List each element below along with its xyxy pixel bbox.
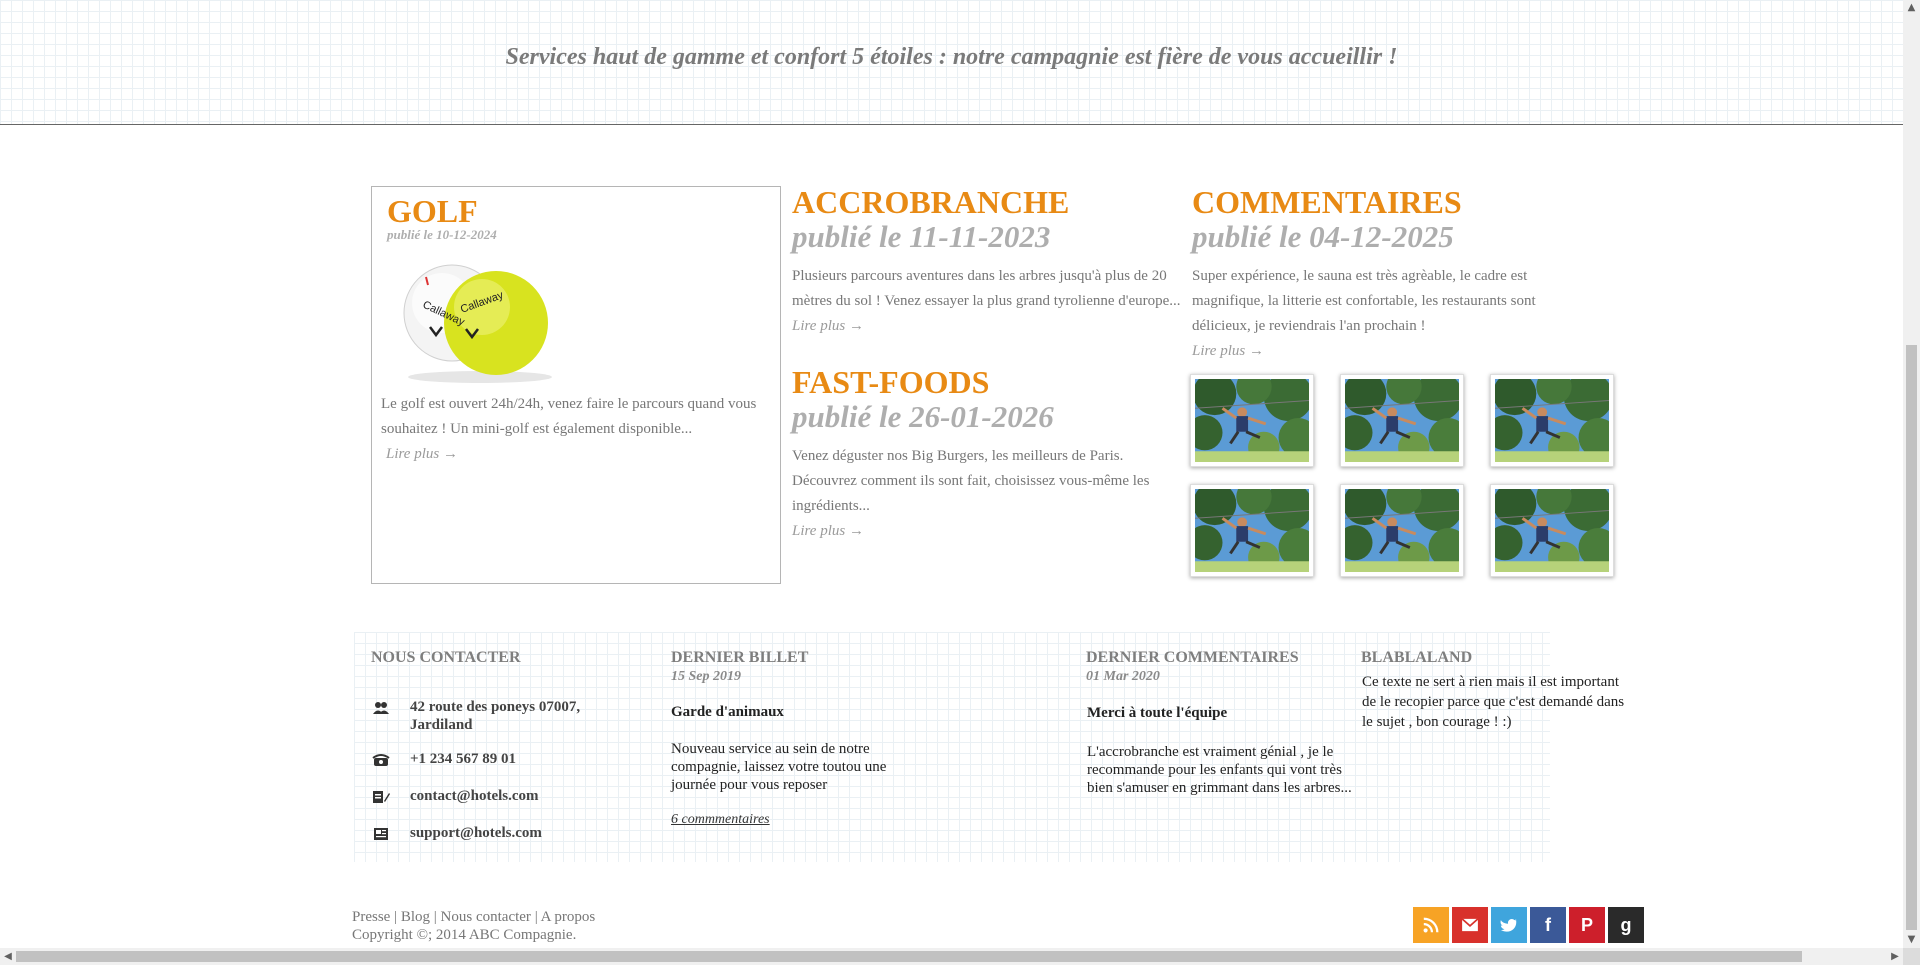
gallery-thumbnail[interactable]: [1190, 484, 1314, 577]
last-post-title[interactable]: Garde d'animaux: [671, 704, 784, 721]
pinterest-icon[interactable]: P: [1569, 907, 1605, 943]
last-comment-body: L'accrobranche est vraiment génial , je …: [1087, 744, 1352, 796]
scroll-down-arrow-icon[interactable]: ▼: [1903, 932, 1920, 948]
golf-balls-image: Callaway Callaway: [400, 255, 560, 385]
gallery-thumbnail[interactable]: [1340, 484, 1464, 577]
contact-support-row: support@hotels.com: [372, 824, 630, 842]
golf-date: publié le 10-12-2024: [387, 227, 497, 242]
fast-foods-title[interactable]: FAST-FOODS: [792, 364, 1182, 400]
last-post-date: 15 Sep 2019: [671, 669, 741, 684]
footer-link-blog[interactable]: Blog: [401, 909, 430, 925]
golf-title[interactable]: GOLF: [387, 193, 478, 229]
comments-body: Super expérience, le sauna est très agrè…: [1192, 268, 1536, 334]
vertical-scrollbar-thumb[interactable]: [1906, 345, 1917, 930]
accrobranche-article: ACCROBRANCHE publié le 11-11-2023 Plusie…: [792, 184, 1182, 335]
scroll-up-arrow-icon[interactable]: ▲: [1903, 0, 1920, 16]
last-post-comments-link[interactable]: 6 commmentaires: [671, 812, 770, 828]
social-links: f P g: [1413, 907, 1647, 943]
copyright-text: Copyright ©; 2014 ABC Compagnie.: [352, 927, 577, 943]
golf-read-more-link[interactable]: Lire plus →: [386, 446, 458, 463]
footer-link-contact[interactable]: Nous contacter: [441, 909, 531, 925]
horizontal-scrollbar-thumb[interactable]: [16, 951, 1802, 962]
scroll-right-arrow-icon[interactable]: ▶: [1887, 948, 1903, 965]
tagline: Services haut de gamme et confort 5 étoi…: [505, 44, 1398, 70]
footer-link-presse[interactable]: Presse: [352, 909, 390, 925]
contact-phone: +1 234 567 89 01: [410, 751, 517, 767]
accrobranche-date: publié le 11-11-2023: [792, 219, 1051, 254]
rss-icon[interactable]: [1413, 907, 1449, 943]
gallery-thumbnail[interactable]: [1490, 484, 1614, 577]
scroll-left-arrow-icon[interactable]: ◀: [0, 948, 16, 965]
facebook-icon[interactable]: f: [1530, 907, 1566, 943]
blablaland-heading: BLABLALAND: [1361, 649, 1473, 666]
gallery-thumbnail[interactable]: [1490, 374, 1614, 467]
contact-address: 42 route des poneys 07007, Jardiland: [410, 699, 581, 733]
last-post-heading: DERNIER BILLET: [671, 649, 809, 666]
contact-support[interactable]: support@hotels.com: [410, 824, 630, 842]
golf-body: Le golf est ouvert 24h/24h, venez faire …: [381, 396, 757, 437]
photo-gallery: [1190, 374, 1620, 584]
twitter-icon[interactable]: [1491, 907, 1527, 943]
last-comment-title[interactable]: Merci à toute l'équipe: [1087, 705, 1227, 722]
edit-contact-icon: [373, 791, 390, 803]
golf-article: GOLF publié le 10-12-2024 Callaway Calla…: [371, 186, 781, 584]
last-comment-heading: DERNIER COMMENTAIRES: [1086, 649, 1299, 666]
header-banner: Services haut de gamme et confort 5 étoi…: [0, 0, 1903, 125]
fast-foods-read-more-link[interactable]: Lire plus →: [792, 523, 864, 540]
fast-foods-date: publié le 26-01-2026: [792, 399, 1054, 434]
contact-address-row: 42 route des poneys 07007, Jardiland: [372, 698, 630, 734]
mail-icon[interactable]: [1452, 907, 1488, 943]
fast-foods-body: Venez déguster nos Big Burgers, les meil…: [792, 448, 1150, 514]
gallery-thumbnail[interactable]: [1340, 374, 1464, 467]
last-post-body: Nouveau service au sein de notre compagn…: [671, 741, 887, 793]
comments-read-more-link[interactable]: Lire plus →: [1192, 343, 1264, 360]
phone-icon: [372, 754, 390, 766]
accrobranche-body: Plusieurs parcours aventures dans les ar…: [792, 268, 1181, 309]
contact-email[interactable]: contact@hotels.com: [410, 787, 630, 805]
google-plus-icon[interactable]: g: [1608, 907, 1644, 943]
comments-article: COMMENTAIRES publié le 04-12-2025 Super …: [1192, 184, 1592, 360]
contact-phone-row: +1 234 567 89 01: [372, 750, 630, 768]
comments-title[interactable]: COMMENTAIRES: [1192, 184, 1592, 220]
comments-date: publié le 04-12-2025: [1192, 219, 1454, 254]
fast-foods-article: FAST-FOODS publié le 26-01-2026 Venez dé…: [792, 364, 1182, 540]
newspaper-icon: [374, 828, 388, 840]
scrollbar-corner: [1903, 948, 1920, 965]
contact-heading: NOUS CONTACTER: [371, 649, 521, 666]
accrobranche-title[interactable]: ACCROBRANCHE: [792, 184, 1182, 220]
footer-link-about[interactable]: A propos: [541, 909, 596, 925]
accrobranche-read-more-link[interactable]: Lire plus →: [792, 318, 864, 335]
footer-info: NOUS CONTACTER 42 route des poneys 07007…: [354, 632, 1624, 862]
users-icon: [373, 702, 389, 714]
blablaland-body: Ce texte ne sert à rien mais il est impo…: [1362, 674, 1625, 730]
contact-email-row: contact@hotels.com: [372, 787, 630, 805]
footer-links: Presse | Blog | Nous contacter | A propo…: [352, 909, 596, 925]
last-comment-date: 01 Mar 2020: [1086, 669, 1160, 684]
gallery-thumbnail[interactable]: [1190, 374, 1314, 467]
